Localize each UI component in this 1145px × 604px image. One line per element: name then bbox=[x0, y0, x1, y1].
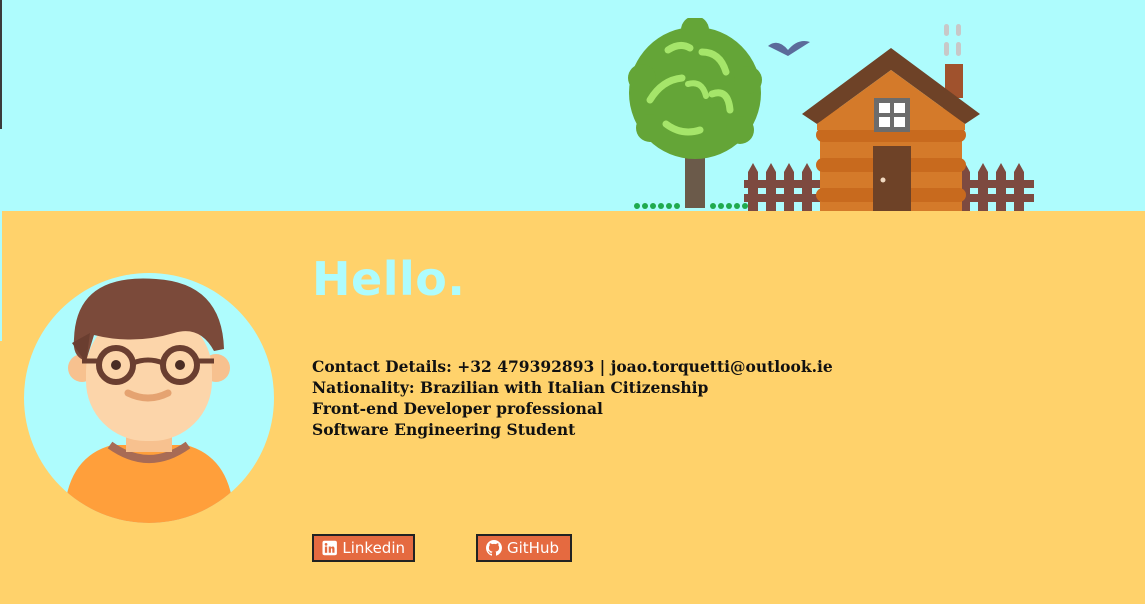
house-landscape-illustration bbox=[628, 18, 1034, 211]
left-edge-divider bbox=[0, 0, 2, 129]
avatar-illustration bbox=[64, 278, 234, 523]
profile-details: Contact Details: +32 479392893 | joao.to… bbox=[312, 356, 833, 440]
github-label: GitHub bbox=[507, 539, 559, 557]
nationality: Nationality: Brazilian with Italian Citi… bbox=[312, 378, 709, 397]
left-edge-strip bbox=[0, 211, 2, 341]
bird-icon bbox=[768, 41, 810, 56]
linkedin-button[interactable]: Linkedin bbox=[312, 534, 415, 562]
fence-right bbox=[956, 163, 1034, 211]
hero-greeting: Hello. bbox=[312, 252, 466, 306]
linkedin-label: Linkedin bbox=[342, 539, 405, 557]
avatar bbox=[24, 273, 274, 523]
tree-icon bbox=[628, 18, 762, 208]
fence-left bbox=[744, 163, 824, 211]
smoke bbox=[944, 24, 961, 56]
role-title: Front-end Developer professional bbox=[312, 399, 603, 418]
contact-details: Contact Details: +32 479392893 | joao.to… bbox=[312, 357, 833, 376]
github-icon bbox=[486, 540, 502, 556]
linkedin-icon bbox=[322, 540, 337, 556]
github-button[interactable]: GitHub bbox=[476, 534, 572, 562]
study-title: Software Engineering Student bbox=[312, 420, 576, 439]
